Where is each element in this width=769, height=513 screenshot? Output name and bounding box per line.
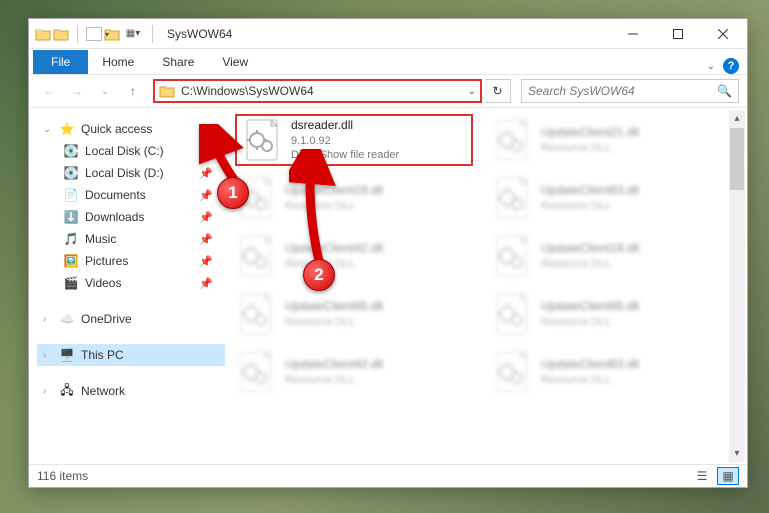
local-disk-d-item[interactable]: 💽Local Disk (D:)📌 (37, 162, 225, 184)
file-name: dsreader.dll (291, 118, 399, 134)
pictures-icon: 🖼️ (63, 253, 79, 269)
videos-icon: 🎬 (63, 275, 79, 291)
expand-ribbon-icon[interactable]: ⌄ (707, 61, 715, 72)
refresh-button[interactable]: ↻ (485, 79, 511, 103)
documents-icon: 📄 (63, 187, 79, 203)
network-icon: 🖧 (59, 383, 75, 399)
recent-locations-button[interactable]: ⌄ (93, 79, 117, 103)
file-tile-highlight[interactable]: dsreader.dll9.1.0.92DirectShow file read… (235, 114, 473, 166)
file-tile[interactable]: UpdateClient65.dllResource DLL (491, 288, 729, 340)
share-tab[interactable]: Share (148, 50, 208, 74)
videos-item[interactable]: 🎬Videos📌 (37, 272, 225, 294)
star-icon: ⭐ (59, 121, 75, 137)
chevron-icon[interactable]: › (43, 386, 53, 397)
file-tile[interactable]: UpdateClient63.dllResource DLL (491, 172, 729, 224)
search-icon[interactable]: 🔍 (717, 84, 732, 98)
forward-button[interactable]: → (65, 79, 89, 103)
pc-icon: 🖥️ (59, 347, 75, 363)
pictures-item[interactable]: 🖼️Pictures📌 (37, 250, 225, 272)
back-button[interactable]: ← (37, 79, 61, 103)
onedrive-item[interactable]: ›☁️OneDrive (37, 308, 225, 330)
window-title: SysWOW64 (167, 27, 232, 41)
pin-icon: 📌 (199, 233, 213, 246)
chevron-down-icon[interactable]: ⌄ (468, 86, 476, 97)
close-button[interactable] (700, 19, 745, 48)
file-tile[interactable]: UpdateClient65.dllResource DLL (235, 288, 473, 340)
chevron-icon[interactable]: ⌄ (43, 124, 53, 135)
music-icon: 🎵 (63, 231, 79, 247)
callout-1: 1 (217, 177, 249, 209)
folder-icon (53, 26, 69, 42)
folder-icon (35, 26, 51, 42)
quick-access-toolbar: ▾ ▦▾ (31, 23, 159, 45)
local-disk-c-item[interactable]: 💽Local Disk (C:)📌 (37, 140, 225, 162)
address-text: C:\Windows\SysWOW64 (181, 84, 462, 98)
folder-icon (159, 83, 175, 99)
callout-arrow-2 (289, 149, 339, 269)
documents-item[interactable]: 📄Documents📌 (37, 184, 225, 206)
explorer-window: ▾ ▦▾ SysWOW64 File Home Share View ⌄ ? ←… (28, 18, 748, 488)
scrollbar[interactable]: ▴ ▾ (729, 110, 745, 462)
separator (152, 25, 153, 43)
address-bar[interactable]: C:\Windows\SysWOW64 ⌄ (153, 79, 482, 103)
music-item[interactable]: 🎵Music📌 (37, 228, 225, 250)
titlebar[interactable]: ▾ ▦▾ SysWOW64 (29, 19, 747, 49)
chevron-icon[interactable]: › (43, 350, 53, 361)
navigation-bar: ← → ⌄ ↑ C:\Windows\SysWOW64 ⌄ ↻ 🔍 (29, 74, 747, 108)
tiles-view-button[interactable]: ▦ (717, 467, 739, 485)
disk-icon: 💽 (63, 143, 79, 159)
window-controls (610, 19, 745, 48)
cloud-icon: ☁️ (59, 311, 75, 327)
file-tab[interactable]: File (33, 50, 88, 74)
separator (77, 25, 78, 43)
scroll-thumb[interactable] (730, 128, 744, 190)
network-item[interactable]: ›🖧Network (37, 380, 225, 402)
file-version: 9.1.0.92 (291, 134, 399, 148)
file-tile[interactable]: UpdateClient42.dllResource DLL (235, 346, 473, 398)
file-tile[interactable]: UpdateClient19.dllResource DLL (235, 172, 473, 224)
ribbon-tabs: File Home Share View ⌄ ? (29, 49, 747, 74)
callout-2: 2 (303, 259, 335, 291)
scroll-down-button[interactable]: ▾ (729, 445, 745, 462)
file-tile[interactable]: UpdateClient42.dllResource DLL (235, 230, 473, 282)
this-pc-item[interactable]: ›🖥️This PC (37, 344, 225, 366)
up-button[interactable]: ↑ (121, 79, 145, 103)
maximize-button[interactable] (655, 19, 700, 48)
pin-icon: 📌 (199, 277, 213, 290)
search-box[interactable]: 🔍 (521, 79, 739, 103)
details-view-button[interactable]: ☰ (691, 467, 713, 485)
customize-qat-button[interactable]: ▦▾ (122, 23, 144, 45)
help-icon[interactable]: ? (723, 58, 739, 74)
chevron-icon[interactable]: › (43, 314, 53, 325)
file-tile[interactable]: UpdateClient63.dllResource DLL (491, 346, 729, 398)
search-input[interactable] (528, 84, 717, 98)
disk-icon: 💽 (63, 165, 79, 181)
properties-button[interactable]: ▾ (86, 27, 102, 41)
home-tab[interactable]: Home (88, 50, 148, 74)
view-tab[interactable]: View (208, 50, 262, 74)
downloads-item[interactable]: ⬇️Downloads📌 (37, 206, 225, 228)
file-tile[interactable]: UpdateClient19.dllResource DLL (491, 230, 729, 282)
status-bar: 116 items ☰ ▦ (29, 464, 747, 487)
scroll-up-button[interactable]: ▴ (729, 110, 745, 127)
file-tile[interactable]: UpdateClient21.dllResource DLL (491, 114, 729, 166)
downloads-icon: ⬇️ (63, 209, 79, 225)
minimize-button[interactable] (610, 19, 655, 48)
pin-icon: 📌 (199, 211, 213, 224)
pin-icon: 📌 (199, 255, 213, 268)
quick-access-item[interactable]: ⌄ ⭐ Quick access (37, 118, 225, 140)
item-count: 116 items (37, 469, 88, 483)
